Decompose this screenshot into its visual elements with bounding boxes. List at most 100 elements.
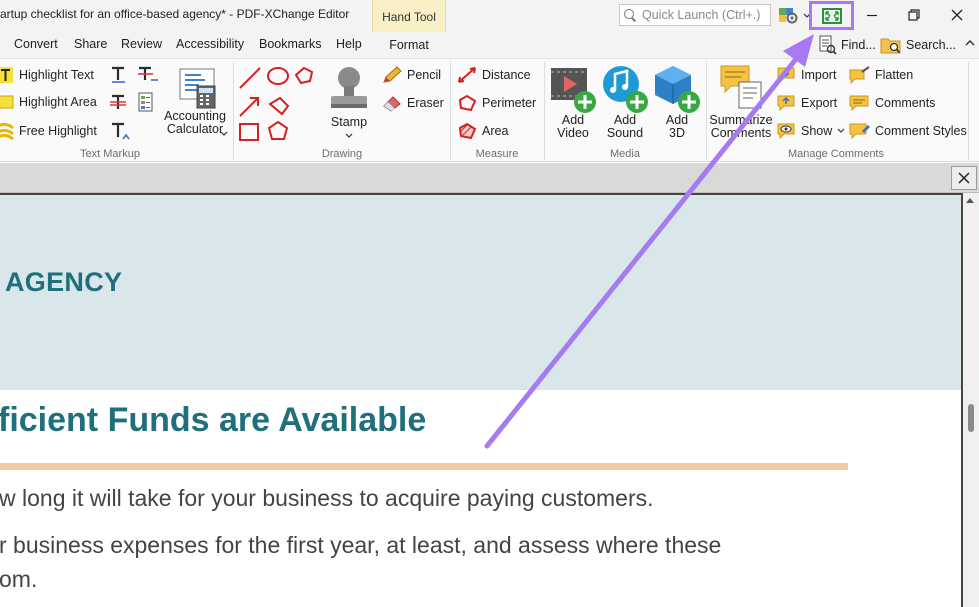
distance-label: Distance — [482, 68, 531, 82]
menu-convert[interactable]: Convert — [14, 37, 58, 51]
add-sound-button[interactable]: Add Sound — [601, 64, 649, 140]
add-3d-label-2: 3D — [669, 126, 685, 140]
show-label: Show — [801, 124, 833, 138]
export-comments-icon — [777, 95, 795, 112]
body-text-line: r business expenses for the first year, … — [0, 532, 722, 558]
flatten-icon — [849, 66, 870, 84]
import-comments-icon — [777, 67, 795, 84]
highlight-area-button[interactable]: Highlight Area — [0, 94, 97, 110]
menu-review[interactable]: Review — [121, 37, 162, 51]
comment-styles-button[interactable]: Comment Styles — [848, 122, 967, 140]
accounting-calculator-label-2: Calculator — [166, 122, 224, 136]
quick-launch-placeholder: Quick Launch (Ctrl+.) — [642, 8, 761, 22]
full-screen-button[interactable] — [809, 1, 854, 30]
scroll-up-icon[interactable] — [966, 198, 974, 203]
highlight-text-label: Highlight Text — [19, 68, 94, 82]
context-tab-group-label: Hand Tool — [382, 10, 436, 24]
scrollbar-thumb[interactable] — [968, 404, 974, 432]
close-document-button[interactable] — [951, 166, 977, 190]
group-label-measure: Measure — [475, 148, 519, 160]
eraser-icon — [383, 96, 401, 112]
summarize-comments-label-2: Comments — [710, 126, 772, 140]
close-button[interactable] — [940, 2, 974, 28]
tab-format[interactable]: Format — [372, 32, 446, 58]
free-highlight-icon — [0, 122, 14, 140]
section-heading: ficient Funds are Available — [0, 401, 427, 439]
flatten-button[interactable]: Flatten — [848, 66, 913, 84]
stamp-label: Stamp — [330, 115, 368, 129]
stamp-icon — [331, 67, 367, 108]
highlight-text-icon — [0, 67, 13, 83]
menu-accessibility[interactable]: Accessibility — [176, 37, 244, 51]
collapse-ribbon-icon[interactable] — [964, 36, 976, 50]
highlight-area-icon — [0, 95, 14, 109]
stamp-button[interactable]: Stamp — [323, 64, 375, 129]
show-comments-icon — [777, 123, 795, 140]
pencil-button[interactable]: Pencil — [382, 66, 441, 84]
distance-icon — [458, 67, 476, 83]
export-label: Export — [801, 96, 838, 110]
search-button[interactable]: Search... — [880, 33, 956, 57]
area-label: Area — [482, 124, 509, 138]
search-label: Search... — [906, 38, 957, 52]
minimize-button[interactable] — [855, 2, 889, 28]
chevron-down-icon — [345, 133, 353, 138]
body-text-line: w long it will take for your business to… — [0, 485, 654, 511]
pencil-label: Pencil — [407, 68, 442, 82]
find-label: Find... — [841, 38, 876, 52]
ui-options-button[interactable] — [776, 2, 812, 28]
text-viewer-icon[interactable] — [137, 92, 157, 114]
search-icon — [624, 8, 637, 22]
add-sound-label-2: Sound — [606, 126, 644, 140]
free-highlight-button[interactable]: Free Highlight — [0, 122, 97, 140]
accounting-calculator-icon — [179, 68, 216, 109]
group-separator — [544, 62, 545, 160]
menu-help[interactable]: Help — [336, 37, 362, 51]
vertical-scrollbar[interactable] — [963, 193, 979, 607]
comments-label: Comments — [875, 96, 936, 110]
export-comments-button[interactable]: Export — [776, 94, 837, 112]
insert-text-icon[interactable] — [110, 122, 132, 142]
drawing-shapes-icons[interactable] — [238, 64, 320, 148]
add-3d-icon — [655, 66, 700, 113]
find-icon — [819, 35, 837, 55]
search-folder-icon — [880, 38, 901, 54]
area-button[interactable]: Area — [457, 122, 508, 140]
replace-text-icon[interactable] — [137, 66, 159, 84]
comment-styles-label: Comment Styles — [875, 124, 967, 138]
restore-button[interactable] — [897, 2, 931, 28]
distance-button[interactable]: Distance — [457, 66, 531, 84]
find-button[interactable]: Find... — [817, 33, 876, 57]
group-label-manage-comments: Manage Comments — [788, 148, 884, 160]
quick-launch-input[interactable]: Quick Launch (Ctrl+.) — [619, 4, 771, 26]
underline-text-icon[interactable] — [110, 66, 128, 84]
group-label-drawing: Drawing — [321, 148, 363, 160]
accounting-calculator-button[interactable]: Accounting Calculator — [162, 68, 228, 136]
page-banner — [0, 195, 961, 390]
perimeter-button[interactable]: Perimeter — [457, 94, 536, 112]
strikeout-text-icon[interactable] — [110, 94, 130, 112]
summarize-comments-button[interactable]: Summarize Comments — [709, 64, 773, 140]
add-3d-button[interactable]: Add 3D — [653, 64, 701, 140]
area-icon — [458, 122, 477, 140]
minimize-icon — [867, 14, 877, 17]
group-separator — [706, 62, 707, 160]
menu-share[interactable]: Share — [74, 37, 107, 51]
import-label: Import — [801, 68, 837, 82]
highlight-area-label: Highlight Area — [19, 95, 97, 109]
pencil-icon — [383, 66, 402, 83]
add-video-icon — [551, 68, 596, 113]
flatten-label: Flatten — [875, 68, 914, 82]
eraser-button[interactable]: Eraser — [382, 94, 444, 112]
add-video-label-2: Video — [557, 126, 589, 140]
show-comments-button[interactable]: Show — [776, 122, 845, 140]
import-comments-button[interactable]: Import — [776, 66, 836, 84]
comments-pane-button[interactable]: Comments — [848, 94, 935, 112]
perimeter-label: Perimeter — [482, 96, 537, 110]
menu-bookmarks[interactable]: Bookmarks — [259, 37, 322, 51]
highlight-text-button[interactable]: Highlight Text — [0, 66, 94, 84]
banner-title: AGENCY — [5, 267, 123, 297]
add-video-button[interactable]: Add Video — [549, 64, 597, 140]
ui-options-icon — [779, 8, 811, 24]
window-title: artup checklist for an office-based agen… — [0, 7, 350, 21]
